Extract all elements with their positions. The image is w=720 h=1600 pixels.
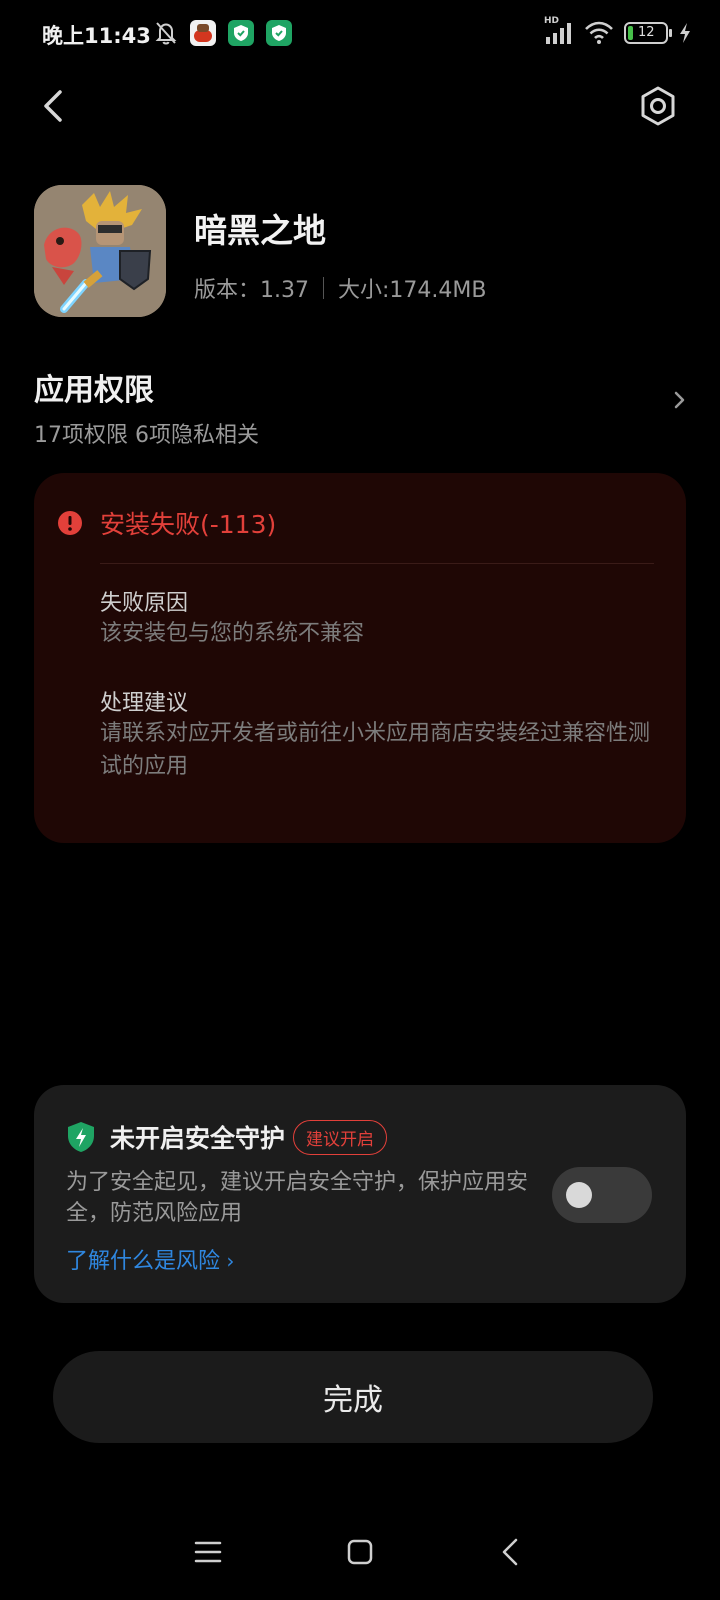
- signal-icon: HD: [544, 16, 574, 46]
- advice-label: 处理建议: [100, 691, 189, 716]
- security-description: 为了安全起见，建议开启安全守护，保护应用安全，防范风险应用: [66, 1170, 529, 1226]
- divider: [100, 563, 654, 564]
- recommend-badge: 建议开启: [293, 1119, 388, 1155]
- app-icon: [34, 185, 166, 317]
- home-icon[interactable]: [342, 1534, 378, 1570]
- settings-button[interactable]: [636, 84, 680, 128]
- install-result-screen: 晚上11:43 HD 12 暗黑之地 版本：1.37 大小:174.4MB 应用…: [0, 0, 720, 1600]
- failure-reason-label: 失败原因: [100, 591, 189, 616]
- security-protection-card: 未开启安全守护 建议开启 为了安全起见，建议开启安全守护，保护应用安全，防范风险…: [34, 1085, 686, 1303]
- menu-icon[interactable]: [190, 1534, 226, 1570]
- error-alert-icon: [58, 511, 82, 535]
- done-button[interactable]: 完成: [53, 1351, 653, 1443]
- toggle-knob: [566, 1182, 592, 1208]
- done-button-label: 完成: [323, 1383, 383, 1418]
- security-shield-notification-icon-2: [266, 20, 292, 46]
- wifi-icon: [585, 21, 613, 44]
- security-header: 未开启安全守护 建议开启: [66, 1119, 388, 1155]
- app-version: 版本：1.37: [194, 278, 309, 303]
- security-title: 未开启安全守护: [110, 1124, 286, 1153]
- system-nav-bar: [0, 1520, 720, 1584]
- app-size: 大小:174.4MB: [338, 278, 487, 303]
- shield-bolt-icon: [68, 1122, 94, 1152]
- game-app-notification-icon: [190, 20, 216, 46]
- battery-level: 12: [638, 25, 655, 40]
- error-header: 安装失败(-113): [58, 505, 276, 541]
- install-error-card: 安装失败(-113) 失败原因 该安装包与您的系统不兼容 处理建议 请联系对应开…: [34, 473, 686, 843]
- back-nav-icon[interactable]: [494, 1534, 530, 1570]
- app-name: 暗黑之地: [194, 211, 326, 250]
- permissions-title: 应用权限: [34, 373, 154, 408]
- advice-text: 请联系对应开发者或前往小米应用商店安装经过兼容性测试的应用: [100, 721, 651, 779]
- status-notification-icons: [154, 20, 292, 46]
- chevron-right-icon: ›: [220, 1249, 235, 1273]
- status-time: 晚上11:43: [42, 24, 151, 48]
- error-title: 安装失败(-113): [100, 510, 277, 539]
- learn-risk-link-label: 了解什么是风险: [66, 1249, 221, 1274]
- gear-icon: [641, 86, 675, 126]
- status-bar: 晚上11:43 HD 12: [0, 0, 720, 70]
- status-system-icons: HD 12: [544, 16, 692, 46]
- app-meta: 版本：1.37 大小:174.4MB: [194, 272, 486, 304]
- permissions-row[interactable]: 应用权限 17项权限 6项隐私相关: [34, 365, 690, 448]
- chevron-right-icon: [674, 391, 685, 409]
- meta-divider: [323, 277, 324, 299]
- mute-bell-icon: [155, 22, 177, 45]
- security-shield-notification-icon: [228, 20, 254, 46]
- security-toggle[interactable]: [552, 1167, 652, 1223]
- charging-bolt-icon: [680, 23, 690, 43]
- learn-risk-link[interactable]: 了解什么是风险 ›: [66, 1243, 234, 1275]
- back-button[interactable]: [34, 84, 78, 128]
- failure-reason-text: 该安装包与您的系统不兼容: [100, 621, 365, 646]
- chevron-left-icon: [44, 90, 62, 122]
- permissions-summary: 17项权限 6项隐私相关: [34, 423, 259, 448]
- battery-icon: 12: [624, 22, 672, 44]
